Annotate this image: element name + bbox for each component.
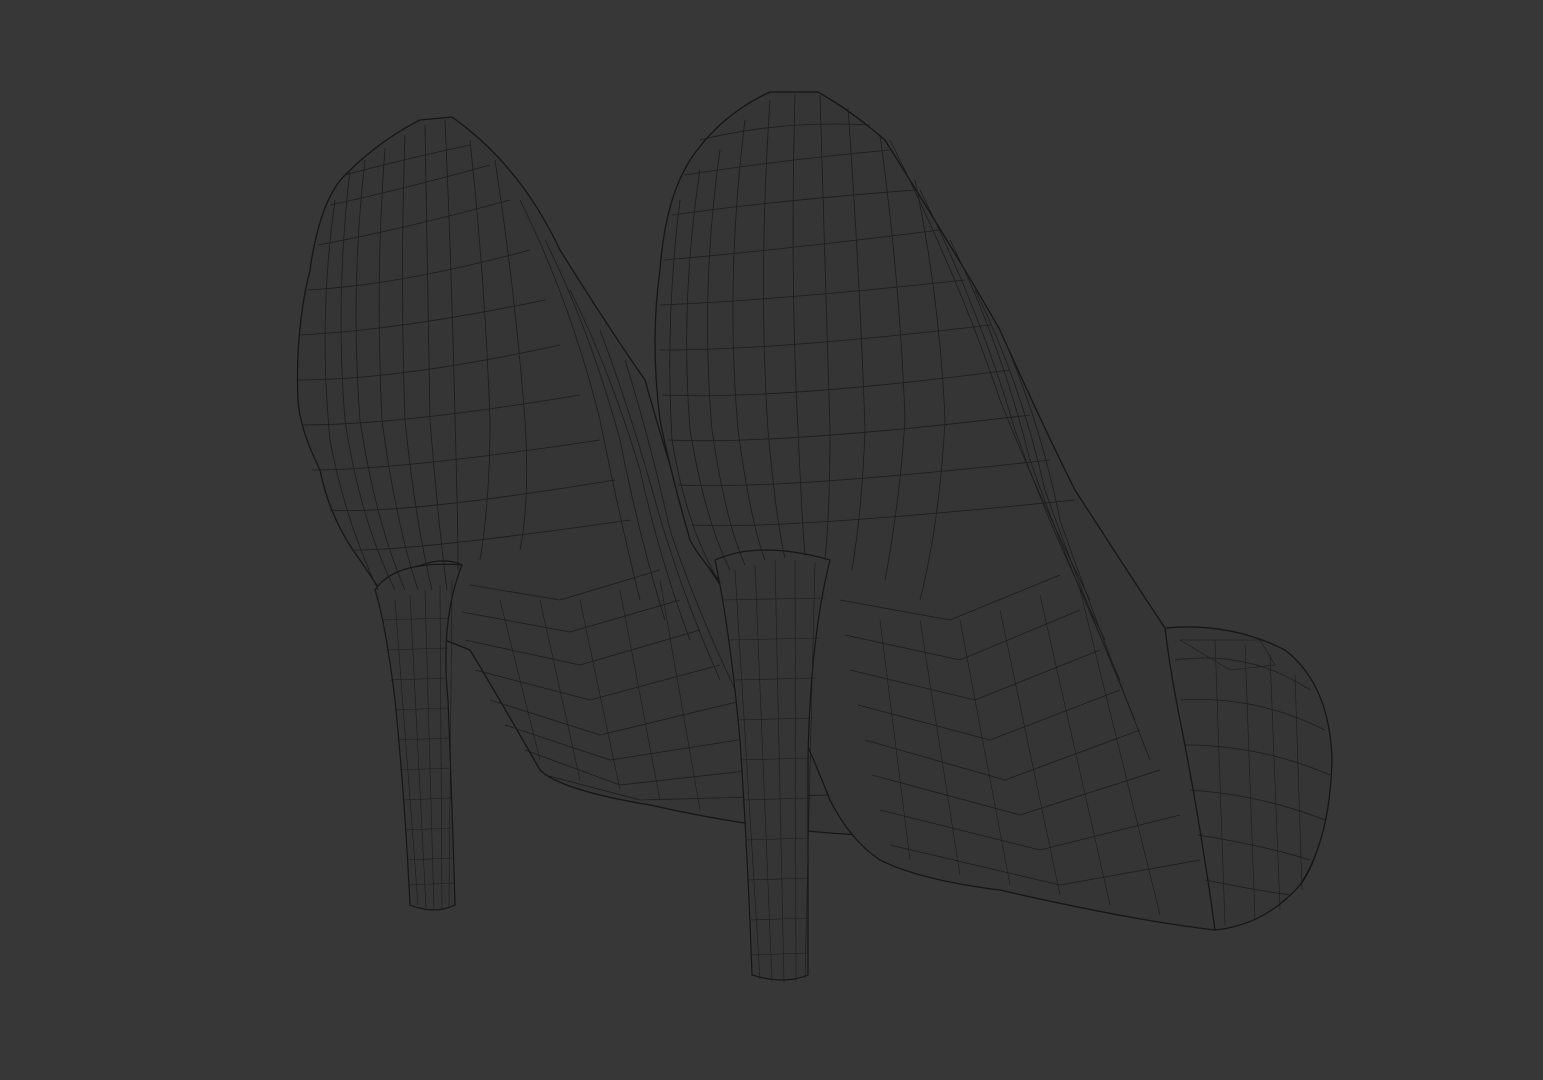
shoe-right[interactable] [654,91,1333,984]
3d-viewport[interactable] [0,0,1543,1080]
wireframe-scene [296,91,1333,984]
